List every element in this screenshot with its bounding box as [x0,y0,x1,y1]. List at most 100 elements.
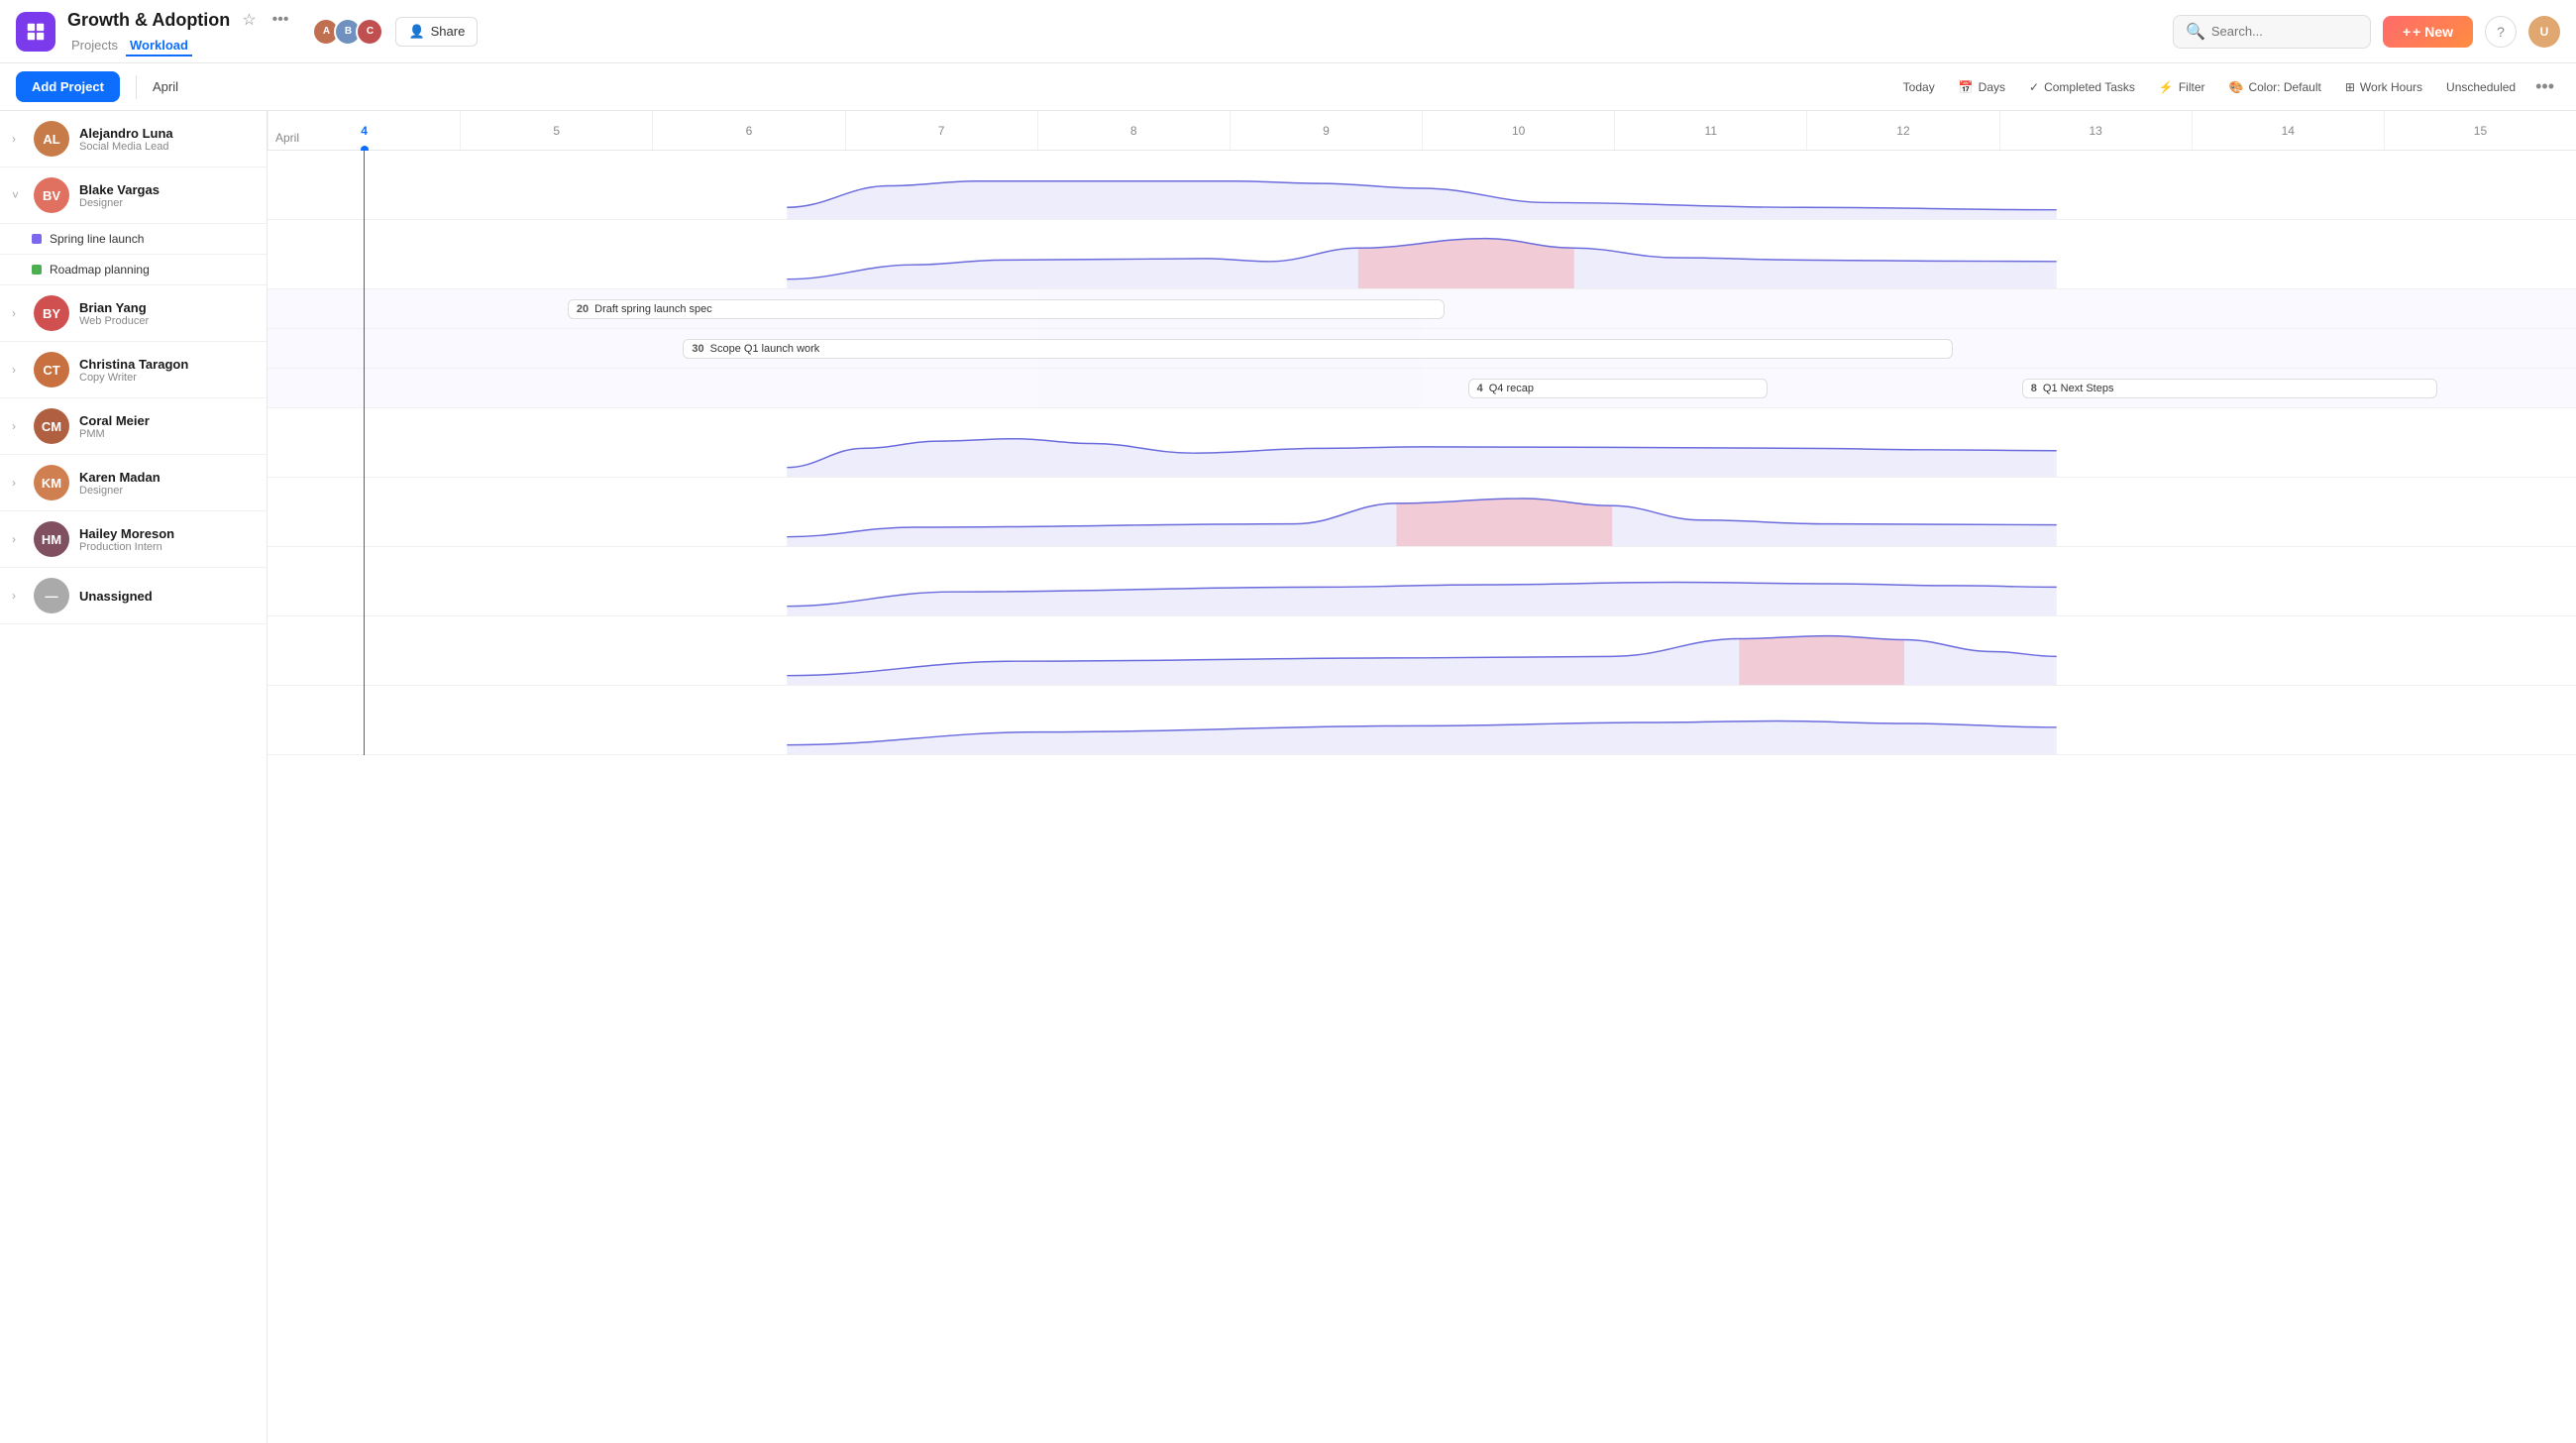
top-nav: Growth & Adoption ☆ ••• Projects Workloa… [0,0,2576,63]
chevron-icon-brian: › [12,306,24,320]
person-info-coral: Coral Meier PMM [79,413,150,440]
more-options-icon[interactable]: ••• [268,7,293,33]
more-toolbar-button[interactable]: ••• [2529,74,2560,99]
person-row-coral[interactable]: › CM Coral Meier PMM [0,398,267,455]
person-row-unassigned[interactable]: › — Unassigned [0,568,267,624]
add-project-button[interactable]: Add Project [16,71,120,102]
search-input[interactable] [2211,24,2350,39]
date-cell-13: 13 [1999,111,2192,150]
roadmap-dot [32,265,42,275]
person-info-unassigned: Unassigned [79,589,153,604]
gantt-scroll[interactable]: 20 Draft spring launch spec 30 Scope Q1 lau… [268,151,2576,1443]
task-num: 8 [2031,383,2037,394]
task-num: 4 [1477,383,1483,394]
people-sidebar: › AL Alejandro Luna Social Media Lead ˅ … [0,111,268,1443]
new-button[interactable]: + + New [2383,16,2473,48]
person-row-brian[interactable]: › BY Brian Yang Web Producer [0,285,267,342]
date-cell-15: 15 [2384,111,2576,150]
filter-button[interactable]: ⚡ Filter [2149,75,2215,99]
plus-icon: + [2403,24,2411,40]
days-button[interactable]: 📅 Days [1949,75,2015,99]
chevron-icon-hailey: › [12,532,24,546]
date-cell-14: 14 [2192,111,2384,150]
avatar-blake: BV [34,177,69,213]
project-title: Growth & Adoption ☆ ••• [67,6,292,34]
person-info-blake: Blake Vargas Designer [79,182,160,209]
today-button[interactable]: Today [1893,75,1945,99]
date-cell-11: 11 [1614,111,1806,150]
chevron-icon-coral: › [12,419,24,433]
work-hours-button[interactable]: ⊞ Work Hours [2335,75,2432,99]
star-icon[interactable]: ☆ [238,6,260,34]
workload-svg [268,686,2576,754]
search-icon: 🔍 [2186,22,2205,42]
project-row-spring[interactable]: Spring line launch [0,224,267,255]
person-row-alejandro[interactable]: › AL Alejandro Luna Social Media Lead [0,111,267,167]
gantt-row-5 [268,408,2576,478]
completed-tasks-button[interactable]: ✓ Completed Tasks [2019,75,2145,99]
project-subtitle: Projects Workload [67,36,292,56]
month-label: April [153,79,178,94]
spring-dot [32,234,42,244]
task-label: Q4 recap [1489,383,1534,394]
toolbar-separator [136,75,137,99]
avatar-hailey: HM [34,521,69,557]
avatar-alejandro: AL [34,121,69,157]
user-avatar[interactable]: U [2528,16,2560,48]
task-pill-4-0[interactable]: 4 Q4 recap [1468,379,1769,398]
chevron-icon-christina: › [12,363,24,377]
date-grid: 456789101112131415 [268,111,2576,150]
person-info-alejandro: Alejandro Luna Social Media Lead [79,126,173,153]
tab-projects[interactable]: Projects [67,36,122,56]
date-header: April 456789101112131415 [268,111,2576,151]
date-cell-5: 5 [460,111,652,150]
gantt-row-4: 4 Q4 recap 8 Q1 Next Steps [268,369,2576,408]
date-cell-4: 4 [268,111,460,150]
gantt-row-1 [268,220,2576,289]
gantt-row-3: 30 Scope Q1 launch work [268,329,2576,369]
gantt-row-9 [268,686,2576,755]
chevron-icon: › [12,132,24,146]
avatar-karen: KM [34,465,69,500]
team-avatars: A B C [312,18,383,46]
person-row-hailey[interactable]: › HM Hailey Moreson Production Intern [0,511,267,568]
date-cell-7: 7 [845,111,1037,150]
share-button[interactable]: 👤 Share [395,17,478,47]
workload-svg [268,478,2576,546]
project-info: Growth & Adoption ☆ ••• Projects Workloa… [67,6,292,56]
color-button[interactable]: 🎨 Color: Default [2219,75,2331,99]
avatar-coral: CM [34,408,69,444]
avatar-brian: BY [34,295,69,331]
main-toolbar: Add Project April Today 📅 Days ✓ Complet… [0,63,2576,111]
person-row-karen[interactable]: › KM Karen Madan Designer [0,455,267,511]
chevron-icon-blake: ˅ [12,188,24,202]
person-info-karen: Karen Madan Designer [79,470,161,497]
chevron-icon-unassigned: › [12,589,24,603]
help-button[interactable]: ? [2485,16,2517,48]
chart-area: April 456789101112131415 20Draft spring … [268,111,2576,1443]
workload-svg [268,220,2576,288]
gantt-row-8 [268,616,2576,686]
avatar-3: C [356,18,383,46]
person-row-blake[interactable]: ˅ BV Blake Vargas Designer [0,167,267,224]
check-icon: ✓ [2029,80,2039,94]
task-label: Q1 Next Steps [2043,383,2114,394]
date-cell-9: 9 [1230,111,1422,150]
clock-icon: ⊞ [2345,80,2355,94]
person-info-hailey: Hailey Moreson Production Intern [79,526,174,553]
search-box[interactable]: 🔍 [2173,15,2371,49]
task-label: Scope Q1 launch work [710,343,820,355]
date-cell-6: 6 [652,111,844,150]
unscheduled-button[interactable]: Unscheduled [2436,75,2525,99]
calendar-icon: 📅 [1959,80,1974,94]
task-num: 20 [577,303,589,315]
person-row-christina[interactable]: › CT Christina Taragon Copy Writer [0,342,267,398]
workload-svg [268,616,2576,685]
task-pill-2-0[interactable]: 20 Draft spring launch spec [568,299,1445,319]
task-num: 30 [692,343,703,355]
project-row-roadmap[interactable]: Roadmap planning [0,255,267,285]
task-pill-3-0[interactable]: 30 Scope Q1 launch work [683,339,1953,359]
tab-workload[interactable]: Workload [126,36,192,56]
task-label: Draft spring launch spec [594,303,712,315]
task-pill-4-1[interactable]: 8 Q1 Next Steps [2022,379,2437,398]
